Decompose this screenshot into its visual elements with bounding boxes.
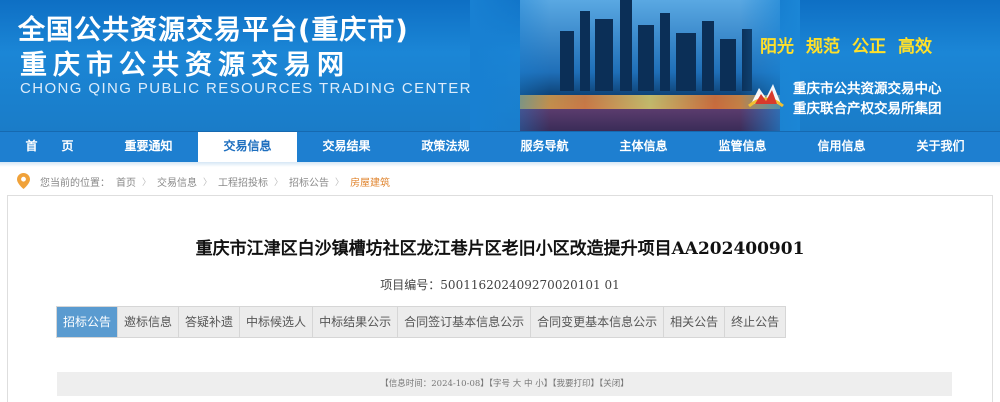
slogan-word: 公正 [852, 37, 886, 57]
slogan-word: 阳光 [760, 37, 794, 57]
breadcrumb-separator: 〉 [203, 177, 213, 188]
tab-contract-signing-info[interactable]: 合同签订基本信息公示 [398, 307, 532, 337]
breadcrumb-separator: 〉 [335, 177, 345, 188]
nav-item-supervision[interactable]: 监管信息 [693, 132, 792, 162]
tab-related-notices[interactable]: 相关公告 [664, 307, 726, 337]
nav-item-entity-info[interactable]: 主体信息 [594, 132, 693, 162]
font-small-button[interactable]: 小】 [535, 379, 552, 389]
info-date: 【信息时间：2024-10-08】 [380, 379, 489, 389]
project-number: 项目编号：500116202409270020101 01 [8, 276, 992, 293]
project-number-label: 项目编号： [380, 278, 441, 292]
notice-tabs: 招标公告 邀标信息 答疑补遗 中标候选人 中标结果公示 合同签订基本信息公示 合… [56, 306, 787, 338]
project-number-value: 500116202409270020101 01 [440, 278, 620, 292]
close-button[interactable]: 【关闭】 [599, 379, 629, 389]
print-button[interactable]: 【我要打印】 [552, 379, 599, 389]
slogan: 阳光 规范 公正 高效 [760, 32, 932, 57]
breadcrumb-trading-info[interactable]: 交易信息 [157, 174, 197, 189]
site-banner: 全国公共资源交易平台(重庆市) 重庆市公共资源交易网 CHONG QING PU… [0, 0, 1000, 131]
font-medium-button[interactable]: 中 [524, 379, 533, 389]
breadcrumb-home[interactable]: 首页 [116, 174, 136, 189]
tab-award-result-publicity[interactable]: 中标结果公示 [313, 307, 399, 337]
nav-item-home[interactable]: 首 页 [0, 132, 99, 162]
organization-name: 重庆市公共资源交易中心 [793, 81, 942, 97]
slogan-word: 规范 [806, 37, 840, 57]
tab-invitation-info[interactable]: 邀标信息 [118, 307, 180, 337]
location-pin-icon [17, 173, 30, 189]
site-title: 重庆市公共资源交易网 [20, 50, 350, 81]
font-large-button[interactable]: 大 [513, 379, 522, 389]
organization-logo-icon [748, 84, 784, 108]
breadcrumb-separator: 〉 [142, 177, 152, 188]
article-panel: 重庆市江津区白沙镇槽坊社区龙江巷片区老旧小区改造提升项目AA202400901 … [7, 195, 993, 402]
nav-item-trading-info[interactable]: 交易信息 [198, 132, 297, 162]
breadcrumb-label: 您当前的位置： [40, 177, 110, 189]
breadcrumb-building-construction[interactable]: 房屋建筑 [350, 174, 390, 189]
font-size-label: 【字号 [488, 379, 511, 389]
breadcrumb-engineering-bidding[interactable]: 工程招投标 [218, 174, 268, 189]
nav-item-about-us[interactable]: 关于我们 [891, 132, 990, 162]
nav-item-credit-info[interactable]: 信用信息 [792, 132, 891, 162]
site-subtitle-english: CHONG QING PUBLIC RESOURCES TRADING CENT… [20, 80, 472, 97]
nav-item-notices[interactable]: 重要通知 [99, 132, 198, 162]
nav-item-policies[interactable]: 政策法规 [396, 132, 495, 162]
tab-winning-candidates[interactable]: 中标候选人 [240, 307, 314, 337]
slogan-word: 高效 [898, 37, 932, 57]
page: 全国公共资源交易平台(重庆市) 重庆市公共资源交易网 CHONG QING PU… [0, 0, 1000, 402]
breadcrumb: 您当前的位置： 首页 〉 交易信息 〉 工程招投标 〉 招标公告 〉 房屋建筑 [17, 172, 390, 190]
page-title: 重庆市江津区白沙镇槽坊社区龙江巷片区老旧小区改造提升项目AA202400901 [195, 239, 805, 259]
nav-item-service-guide[interactable]: 服务导航 [495, 132, 594, 162]
breadcrumb-tender-notice[interactable]: 招标公告 [289, 174, 329, 189]
platform-title: 全国公共资源交易平台(重庆市) [18, 15, 409, 46]
tab-termination-notice[interactable]: 终止公告 [725, 307, 785, 337]
article-info-bar: 【信息时间：2024-10-08】【字号 大 中 小】【我要打印】【关闭】 [57, 372, 952, 396]
tab-contract-change-info[interactable]: 合同变更基本信息公示 [531, 307, 665, 337]
nav-item-trading-results[interactable]: 交易结果 [297, 132, 396, 162]
breadcrumb-separator: 〉 [274, 177, 284, 188]
tab-qa-addendum[interactable]: 答疑补遗 [179, 307, 241, 337]
organization-group-name: 重庆联合产权交易所集团 [793, 101, 942, 117]
tab-tender-notice[interactable]: 招标公告 [57, 307, 119, 337]
main-nav: 首 页 重要通知 交易信息 交易结果 政策法规 服务导航 主体信息 监管信息 信… [0, 131, 1000, 162]
